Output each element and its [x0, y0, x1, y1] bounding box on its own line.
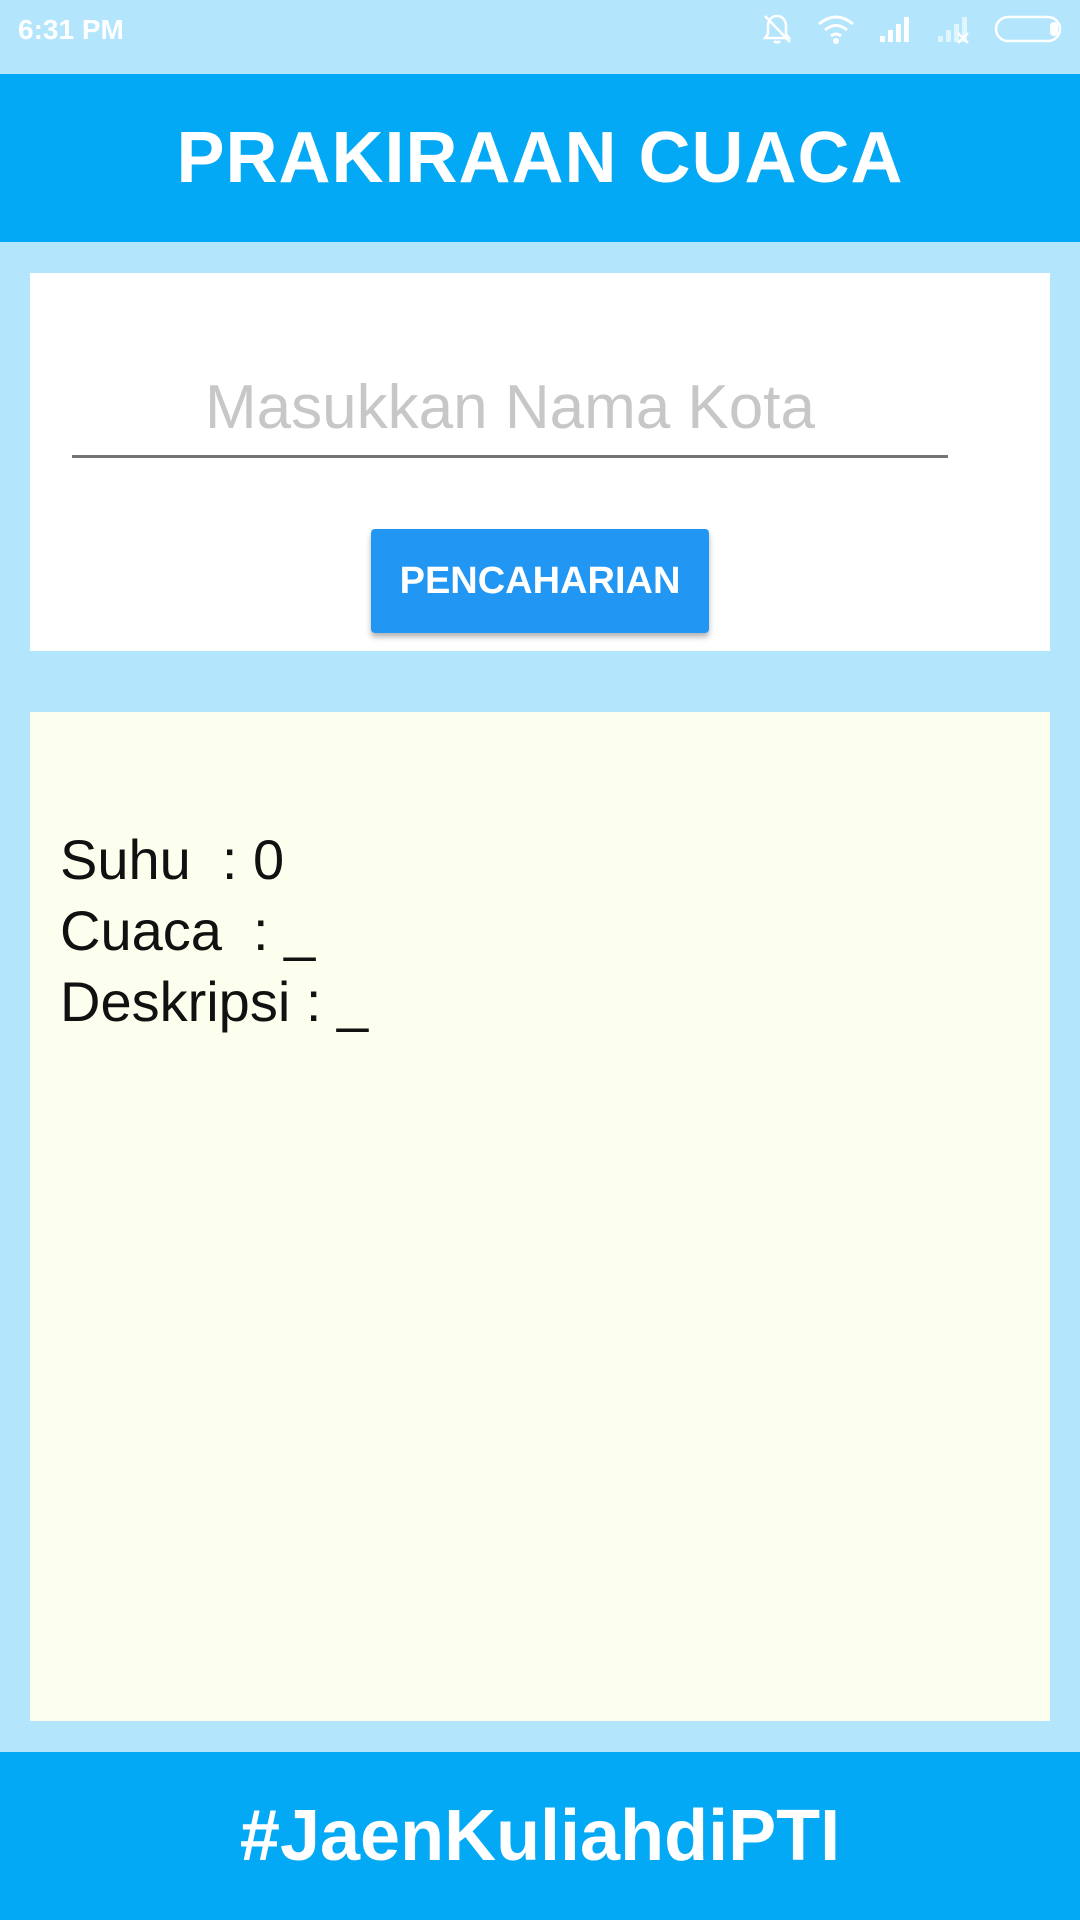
app-header: PRAKIRAAN CUACA: [0, 74, 1080, 242]
city-input[interactable]: [72, 360, 948, 458]
muted-bell-icon: [760, 12, 794, 51]
status-time: 6:31 PM: [18, 14, 124, 45]
footer: #JaenKuliahdiPTI: [0, 1752, 1080, 1920]
status-bar: 6:31 PM: [0, 0, 1080, 74]
weather-text: Cuaca : _: [60, 899, 316, 962]
search-button[interactable]: PENCAHARIAN: [371, 529, 709, 633]
footer-hashtag: #JaenKuliahdiPTI: [239, 1796, 841, 1876]
result-lines: Suhu : 0 Cuaca : _ Deskripsi : _: [60, 824, 368, 1037]
description-text: Deskripsi : _: [60, 970, 369, 1033]
no-signal-icon: [936, 14, 972, 49]
app-title: PRAKIRAAN CUACA: [176, 118, 904, 198]
temperature-text: Suhu : 0: [60, 828, 285, 891]
status-icons: [738, 14, 1066, 48]
battery-icon: [994, 14, 1066, 49]
signal-icon: [878, 14, 914, 49]
wifi-icon: [816, 13, 856, 50]
result-card: Suhu : 0 Cuaca : _ Deskripsi : _: [30, 712, 1050, 1721]
